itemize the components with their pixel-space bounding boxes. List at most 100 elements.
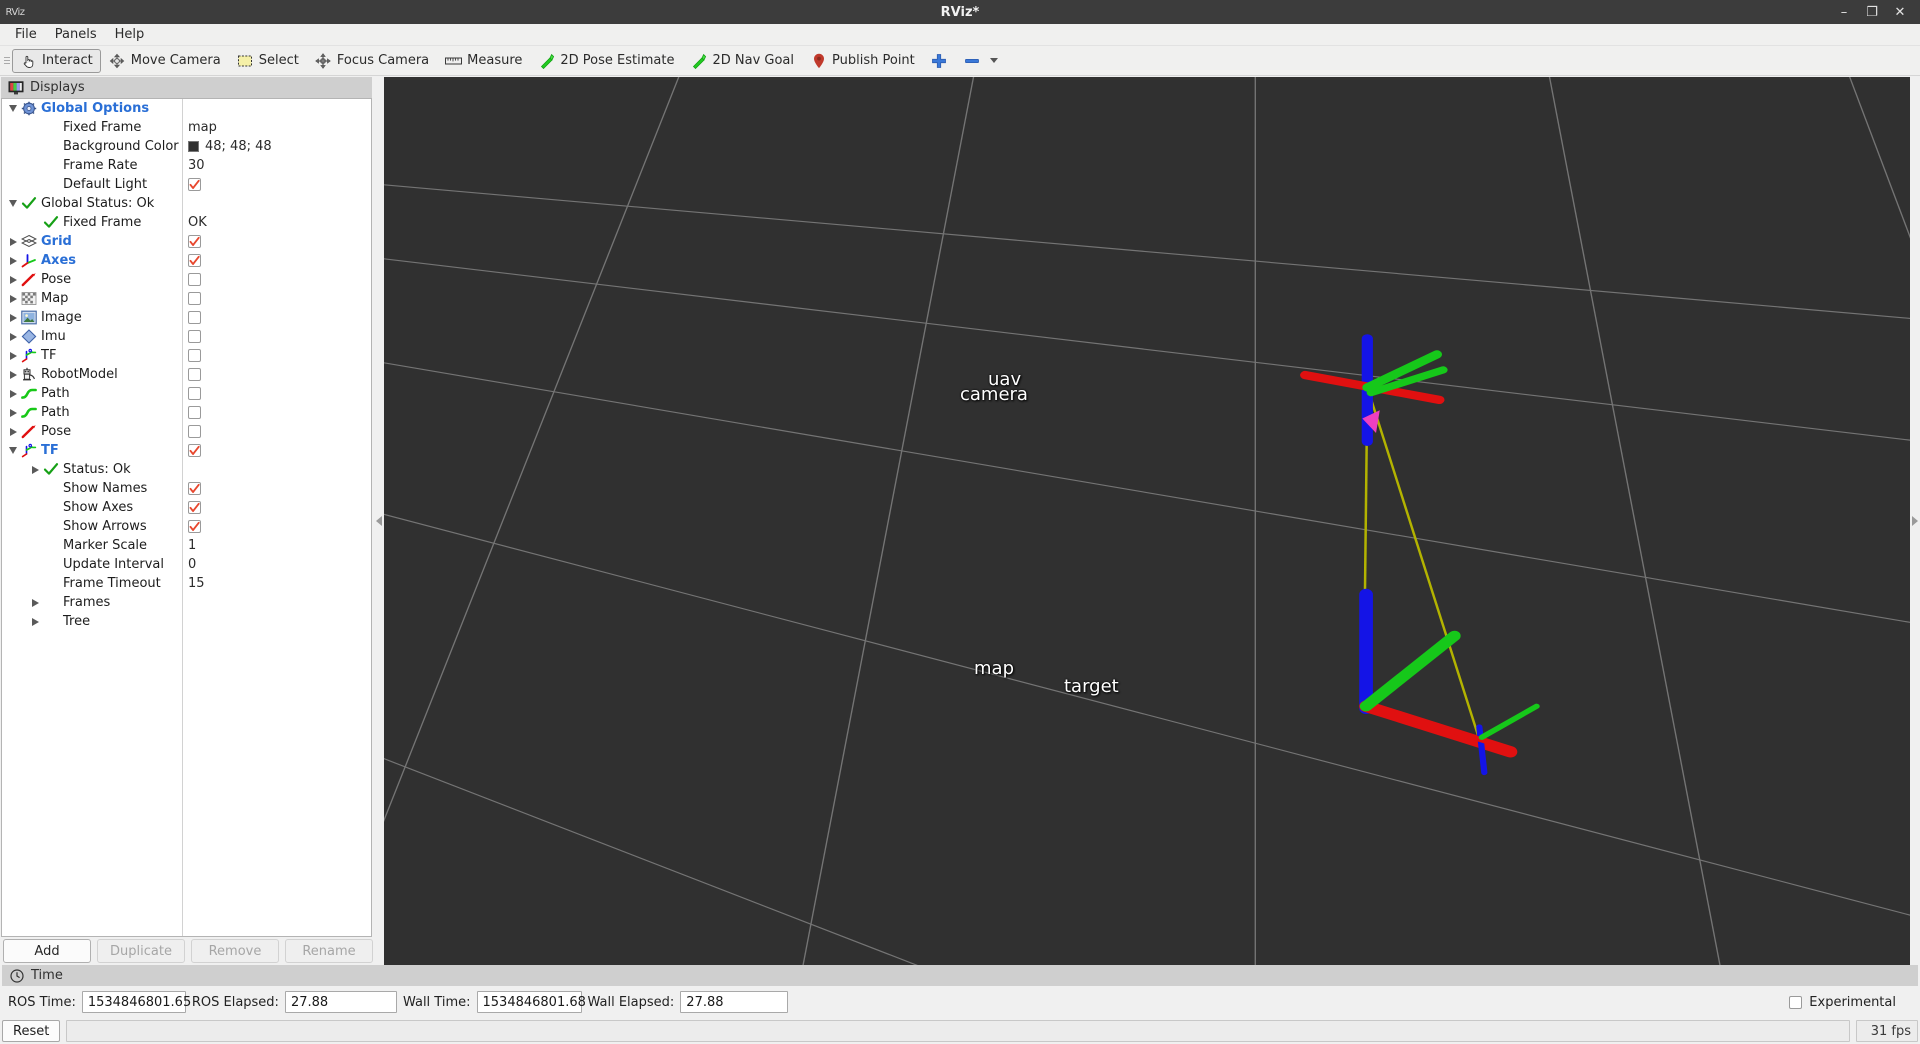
chevron-right-icon[interactable] — [6, 251, 20, 270]
remove-display-button[interactable]: Remove — [191, 939, 279, 963]
tool-interact[interactable]: Interact — [12, 48, 101, 73]
tree-row[interactable]: Show Arrows — [2, 517, 371, 536]
tool-publish-point[interactable]: Publish Point — [802, 49, 923, 73]
checkbox[interactable] — [188, 311, 201, 324]
tree-row[interactable]: Frame Rate 30 — [2, 156, 371, 175]
tool-select[interactable]: Select — [229, 49, 307, 73]
tree-row-value[interactable]: 48; 48; 48 — [182, 139, 371, 154]
chevron-right-icon[interactable] — [6, 403, 20, 422]
checkbox[interactable] — [188, 330, 201, 343]
chevron-right-icon[interactable] — [6, 346, 20, 365]
chevron-right-icon[interactable] — [6, 384, 20, 403]
tree-row[interactable]: Image — [2, 308, 371, 327]
tree-row[interactable]: Axes — [2, 251, 371, 270]
tree-row[interactable]: Fixed Frame OK — [2, 213, 371, 232]
tree-row[interactable]: Path — [2, 384, 371, 403]
tree-row[interactable]: Fixed Frame map — [2, 118, 371, 137]
chevron-right-icon[interactable] — [28, 593, 42, 612]
tree-row[interactable]: Pose — [2, 422, 371, 441]
tree-row[interactable]: TF — [2, 346, 371, 365]
tool-measure[interactable]: Measure — [437, 49, 530, 73]
tree-row[interactable]: Update Interval 0 — [2, 555, 371, 574]
displays-tree[interactable]: Global Options Fixed Frame map Background C… — [1, 98, 372, 937]
duplicate-display-button[interactable]: Duplicate — [97, 939, 185, 963]
tool-move-camera[interactable]: Move Camera — [101, 49, 229, 73]
tree-row-value[interactable]: 1 — [182, 538, 371, 553]
toolbar-grip[interactable] — [2, 50, 12, 72]
tree-row-value[interactable] — [182, 406, 371, 419]
chevron-down-icon[interactable] — [6, 194, 20, 213]
tree-row-value[interactable]: 0 — [182, 557, 371, 572]
tree-row-value[interactable] — [182, 311, 371, 324]
tree-row[interactable]: Marker Scale 1 — [2, 536, 371, 555]
minimize-icon[interactable]: – — [1830, 0, 1858, 24]
tree-row[interactable]: Frames — [2, 593, 371, 612]
checkbox[interactable] — [188, 273, 201, 286]
chevron-down-icon[interactable] — [989, 58, 998, 63]
maximize-icon[interactable]: ❐ — [1858, 0, 1886, 24]
chevron-right-icon[interactable] — [6, 232, 20, 251]
ros-elapsed-input[interactable]: 27.88 — [284, 991, 397, 1013]
tree-row-value[interactable]: 15 — [182, 576, 371, 591]
left-splitter-handle[interactable] — [374, 76, 384, 965]
checkbox[interactable] — [188, 482, 201, 495]
tree-row-value[interactable] — [182, 273, 371, 286]
chevron-right-icon[interactable] — [6, 308, 20, 327]
checkbox[interactable] — [188, 254, 201, 267]
tree-row-value[interactable] — [182, 292, 371, 305]
tree-row[interactable]: Grid — [2, 232, 371, 251]
tree-row[interactable]: RobotModel — [2, 365, 371, 384]
chevron-right-icon[interactable] — [6, 289, 20, 308]
checkbox[interactable] — [188, 349, 201, 362]
tree-row[interactable]: Map — [2, 289, 371, 308]
tree-row-value[interactable]: OK — [182, 215, 371, 230]
tree-row[interactable]: Imu — [2, 327, 371, 346]
ros-time-input[interactable]: 1534846801.65 — [81, 991, 191, 1013]
chevron-right-icon[interactable] — [6, 365, 20, 384]
chevron-down-icon[interactable] — [6, 441, 20, 460]
chevron-right-icon[interactable] — [6, 422, 20, 441]
tree-row[interactable]: Global Status: Ok — [2, 194, 371, 213]
checkbox[interactable] — [188, 520, 201, 533]
checkbox[interactable] — [188, 292, 201, 305]
close-icon[interactable]: ✕ — [1886, 0, 1914, 24]
tree-row[interactable]: Background Color 48; 48; 48 — [2, 137, 371, 156]
right-splitter-handle[interactable] — [1910, 76, 1920, 965]
tree-row-value[interactable] — [182, 425, 371, 438]
tree-row[interactable]: Pose — [2, 270, 371, 289]
tree-row-value[interactable] — [182, 387, 371, 400]
rename-display-button[interactable]: Rename — [285, 939, 373, 963]
tree-row[interactable]: Frame Timeout 15 — [2, 574, 371, 593]
tree-row-value[interactable] — [182, 368, 371, 381]
wall-time-input[interactable]: 1534846801.68 — [476, 991, 586, 1013]
tool-2d-nav-goal[interactable]: 2D Nav Goal — [682, 49, 802, 73]
checkbox[interactable] — [188, 235, 201, 248]
menu-file[interactable]: File — [6, 25, 46, 44]
experimental-toggle[interactable]: Experimental — [1789, 995, 1912, 1010]
tool-focus-camera[interactable]: Focus Camera — [307, 49, 437, 73]
checkbox[interactable] — [188, 444, 201, 457]
checkbox[interactable] — [188, 387, 201, 400]
tree-row-value[interactable] — [182, 235, 371, 248]
tree-row-value[interactable] — [182, 349, 371, 362]
tree-row-value[interactable] — [182, 330, 371, 343]
tree-row[interactable]: Path — [2, 403, 371, 422]
add-tool-button[interactable] — [923, 49, 956, 73]
tree-row-value[interactable] — [182, 254, 371, 267]
tree-row[interactable]: Show Axes — [2, 498, 371, 517]
checkbox[interactable] — [188, 501, 201, 514]
menu-help[interactable]: Help — [106, 25, 154, 44]
add-display-button[interactable]: Add — [3, 939, 91, 963]
tree-row[interactable]: Status: Ok — [2, 460, 371, 479]
experimental-checkbox[interactable] — [1789, 995, 1803, 1009]
tree-row-value[interactable]: 30 — [182, 158, 371, 173]
chevron-right-icon[interactable] — [6, 327, 20, 346]
checkbox[interactable] — [188, 425, 201, 438]
tree-row[interactable]: TF — [2, 441, 371, 460]
remove-tool-button[interactable] — [956, 49, 1006, 73]
tree-row-value[interactable] — [182, 178, 371, 191]
chevron-right-icon[interactable] — [28, 612, 42, 631]
menu-panels[interactable]: Panels — [46, 25, 106, 44]
chevron-down-icon[interactable] — [6, 99, 20, 118]
tree-row[interactable]: Show Names — [2, 479, 371, 498]
